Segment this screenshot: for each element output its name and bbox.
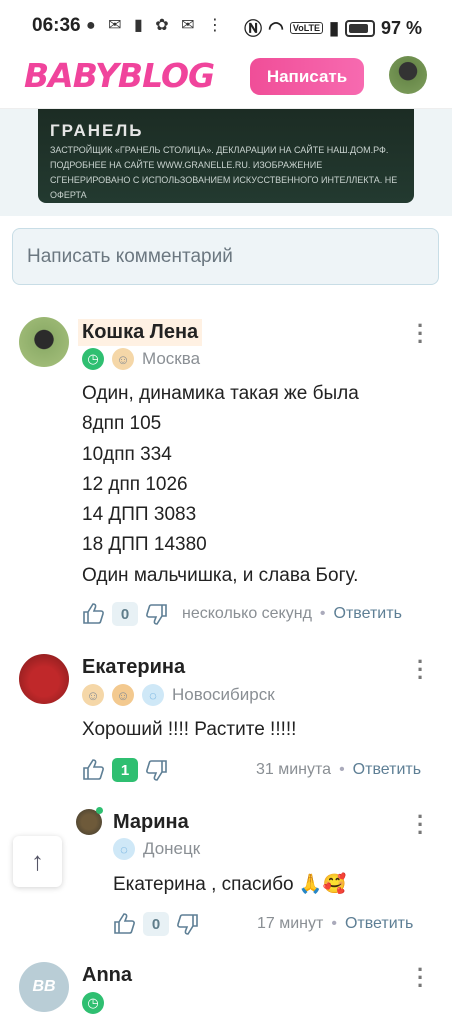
- comment-time: несколько секунд: [182, 605, 312, 622]
- user-avatar[interactable]: [389, 56, 427, 94]
- more-menu-icon[interactable]: · · ·: [417, 959, 424, 997]
- clock-badge-icon: ◷: [82, 348, 104, 370]
- girl-badge-icon: ☺: [112, 684, 134, 706]
- thumb-up-icon[interactable]: [113, 912, 137, 936]
- comment-text: Хороший !!!! Растите !!!!!: [82, 719, 297, 740]
- nfc-icon: Ⓝ: [244, 19, 263, 39]
- write-post-button[interactable]: Написать: [250, 58, 364, 95]
- scroll-to-top-button[interactable]: ↑: [13, 836, 62, 887]
- comment-author[interactable]: Кошка Лена: [78, 319, 203, 346]
- ad-title: ГРАНЕЛЬ: [50, 121, 144, 140]
- avatar[interactable]: [19, 317, 69, 367]
- reply-link[interactable]: Ответить: [353, 761, 421, 779]
- comment-actions: 0 17 минут • Ответить: [113, 912, 413, 936]
- comment-actions: 1 31 минута • Ответить: [82, 758, 421, 782]
- avatar[interactable]: BB: [19, 962, 69, 1012]
- comment-author[interactable]: Anna: [82, 964, 132, 987]
- status-right: Ⓝ ◠ VoLTE ▮ 97 %: [244, 15, 422, 41]
- comment-text: Екатерина , спасибо 🙏🥰: [113, 874, 347, 895]
- separator-dot: •: [331, 915, 337, 932]
- battery-percent: 97 %: [380, 17, 422, 38]
- ad-section: ГРАНЕЛЬ ЗАСТРОЙЩИК «ГРАНЕЛЬ СТОЛИЦА». ДЕ…: [0, 109, 452, 216]
- comment-time: 17 минут: [257, 915, 324, 932]
- status-time: 06:36: [32, 15, 81, 36]
- online-indicator: [96, 807, 103, 814]
- comment-author[interactable]: Екатерина: [82, 656, 185, 679]
- ad-disclaimer: ЗАСТРОЙЩИК «ГРАНЕЛЬ СТОЛИЦА». ДЕКЛАРАЦИИ…: [50, 145, 398, 200]
- comment-city: Новосибирск: [172, 685, 275, 704]
- wifi-icon: ◠: [268, 17, 284, 38]
- thumb-down-icon[interactable]: [144, 602, 168, 626]
- ad-banner[interactable]: ГРАНЕЛЬ ЗАСТРОЙЩИК «ГРАНЕЛЬ СТОЛИЦА». ДЕ…: [38, 109, 414, 203]
- bubble-badge-icon: ◌: [142, 684, 164, 706]
- more-menu-icon[interactable]: · · ·: [417, 806, 424, 844]
- battery-icon: [344, 19, 375, 37]
- bubble-badge-icon: ◌: [113, 838, 135, 860]
- comment-time: 31 минута: [256, 761, 332, 778]
- status-bar: 06:36 ● ✉ ▮ ✿ ✉ ⋮ Ⓝ ◠ VoLTE ▮ 97 %: [0, 0, 452, 50]
- reply-link[interactable]: Ответить: [345, 915, 413, 933]
- separator-dot: •: [319, 605, 326, 622]
- user-badges: ☺ ☺ ◌ Новосибирск: [82, 684, 275, 706]
- user-badges: ◌ Донецк: [113, 838, 200, 860]
- signal-icon: ▮: [329, 17, 339, 38]
- volte-label: VoLTE: [289, 22, 324, 34]
- more-menu-icon[interactable]: · · ·: [417, 651, 424, 689]
- avatar[interactable]: [19, 654, 69, 704]
- notification-icons: ● ✉ ▮ ✿ ✉ ⋮: [86, 17, 227, 34]
- boy-badge-icon: ☺: [112, 348, 134, 370]
- like-count: 0: [112, 602, 138, 626]
- comment-input[interactable]: Написать комментарий: [12, 228, 439, 285]
- comment-city: Донецк: [143, 839, 201, 858]
- separator-dot: •: [339, 761, 345, 778]
- boy-badge-icon: ☺: [82, 684, 104, 706]
- thumb-up-icon[interactable]: [82, 602, 106, 626]
- like-count: 0: [143, 912, 169, 936]
- reply-link[interactable]: Ответить: [334, 605, 402, 623]
- app-header: BABYBLOG Написать: [0, 50, 452, 109]
- like-count: 1: [112, 758, 138, 782]
- comment-city: Москва: [142, 349, 201, 368]
- user-badges: ◷ ☺ Москва: [82, 348, 200, 370]
- clock-badge-icon: ◷: [82, 992, 104, 1014]
- thumb-down-icon[interactable]: [144, 758, 168, 782]
- comment-text: Один, динамика такая же была 8дпп 105 10…: [82, 383, 359, 586]
- comment-author[interactable]: Марина: [113, 811, 189, 834]
- thumb-down-icon[interactable]: [175, 912, 199, 936]
- comment-actions: 0 несколько секунд • Ответить: [82, 602, 402, 626]
- more-menu-icon[interactable]: · · ·: [417, 315, 424, 353]
- site-logo[interactable]: BABYBLOG: [24, 56, 215, 95]
- arrow-up-icon: ↑: [31, 846, 44, 876]
- thumb-up-icon[interactable]: [82, 758, 106, 782]
